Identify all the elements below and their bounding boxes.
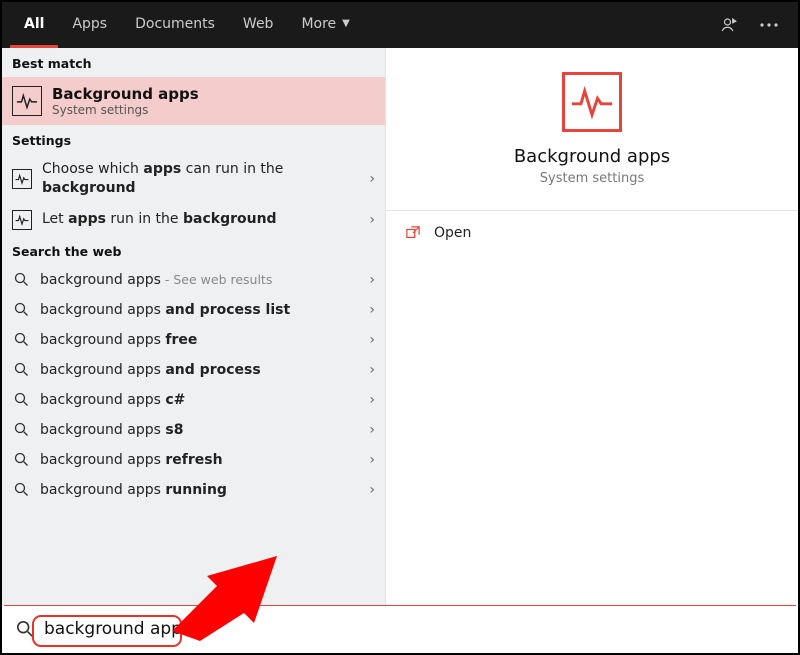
search-icon — [12, 422, 30, 437]
best-match-result[interactable]: Background apps System settings — [2, 77, 385, 125]
search-icon — [12, 452, 30, 467]
search-icon — [12, 332, 30, 347]
tab-all[interactable]: All — [10, 2, 58, 48]
search-icon — [12, 392, 30, 407]
web-result-label: background apps c# — [40, 392, 369, 408]
chevron-right-icon: › — [369, 302, 375, 318]
more-options-icon[interactable] — [760, 23, 778, 27]
chevron-right-icon: › — [369, 362, 375, 378]
search-icon — [16, 620, 34, 638]
web-result-item[interactable]: background apps running› — [2, 475, 385, 505]
search-icon — [12, 482, 30, 497]
web-result-label: background apps s8 — [40, 422, 369, 438]
best-match-title: Background apps — [52, 85, 199, 103]
chevron-right-icon: › — [369, 212, 375, 228]
preview-subtitle: System settings — [540, 171, 644, 186]
web-result-item[interactable]: background apps - See web results› — [2, 265, 385, 295]
preview-pane: Background apps System settings Open — [386, 48, 798, 607]
web-result-label: background apps and process list — [40, 302, 369, 318]
open-label: Open — [434, 225, 471, 241]
chevron-down-icon: ▼ — [342, 18, 350, 29]
settings-item-let-apps[interactable]: Let apps run in the background › — [2, 204, 385, 236]
tab-web[interactable]: Web — [229, 2, 288, 48]
tab-strip: All Apps Documents Web More ▼ — [10, 2, 364, 48]
web-result-label: background apps running — [40, 482, 369, 498]
open-action[interactable]: Open — [386, 211, 798, 255]
results-panel: Best match Background apps System settin… — [2, 48, 386, 607]
settings-item-label: Let apps run in the background — [42, 210, 361, 229]
web-result-item[interactable]: background apps and process› — [2, 355, 385, 385]
web-result-item[interactable]: background apps c#› — [2, 385, 385, 415]
web-result-label: background apps and process — [40, 362, 369, 378]
web-result-label: background apps free — [40, 332, 369, 348]
best-match-text: Background apps System settings — [52, 85, 199, 117]
feedback-icon[interactable] — [720, 16, 738, 34]
chevron-right-icon: › — [369, 171, 375, 187]
section-best-match: Best match — [2, 48, 385, 77]
settings-item-choose-apps[interactable]: Choose which apps can run in the backgro… — [2, 154, 385, 204]
tab-more[interactable]: More ▼ — [287, 2, 363, 48]
content-area: Best match Background apps System settin… — [2, 48, 798, 607]
search-input[interactable] — [44, 619, 796, 639]
top-tab-bar: All Apps Documents Web More ▼ — [2, 2, 798, 48]
chevron-right-icon: › — [369, 392, 375, 408]
chevron-right-icon: › — [369, 422, 375, 438]
tab-documents[interactable]: Documents — [121, 2, 229, 48]
search-icon — [12, 272, 30, 287]
web-result-item[interactable]: background apps refresh› — [2, 445, 385, 475]
web-result-item[interactable]: background apps s8› — [2, 415, 385, 445]
web-result-label: background apps refresh — [40, 452, 369, 468]
search-bar — [4, 605, 796, 651]
section-settings: Settings — [2, 125, 385, 154]
activity-icon — [12, 169, 32, 189]
web-result-item[interactable]: background apps and process list› — [2, 295, 385, 325]
chevron-right-icon: › — [369, 482, 375, 498]
web-result-item[interactable]: background apps free› — [2, 325, 385, 355]
chevron-right-icon: › — [369, 452, 375, 468]
best-match-subtitle: System settings — [52, 103, 199, 117]
preview-activity-icon — [562, 72, 622, 132]
chevron-right-icon: › — [369, 272, 375, 288]
activity-icon — [12, 86, 42, 116]
open-icon — [406, 226, 420, 240]
section-search-web: Search the web — [2, 236, 385, 265]
tab-more-label: More — [301, 16, 336, 32]
activity-icon — [12, 210, 32, 230]
web-result-label: background apps - See web results — [40, 272, 369, 288]
tab-apps[interactable]: Apps — [58, 2, 121, 48]
search-icon — [12, 362, 30, 377]
settings-item-label: Choose which apps can run in the backgro… — [42, 160, 361, 198]
search-icon — [12, 302, 30, 317]
preview-title: Background apps — [514, 146, 670, 167]
chevron-right-icon: › — [369, 332, 375, 348]
